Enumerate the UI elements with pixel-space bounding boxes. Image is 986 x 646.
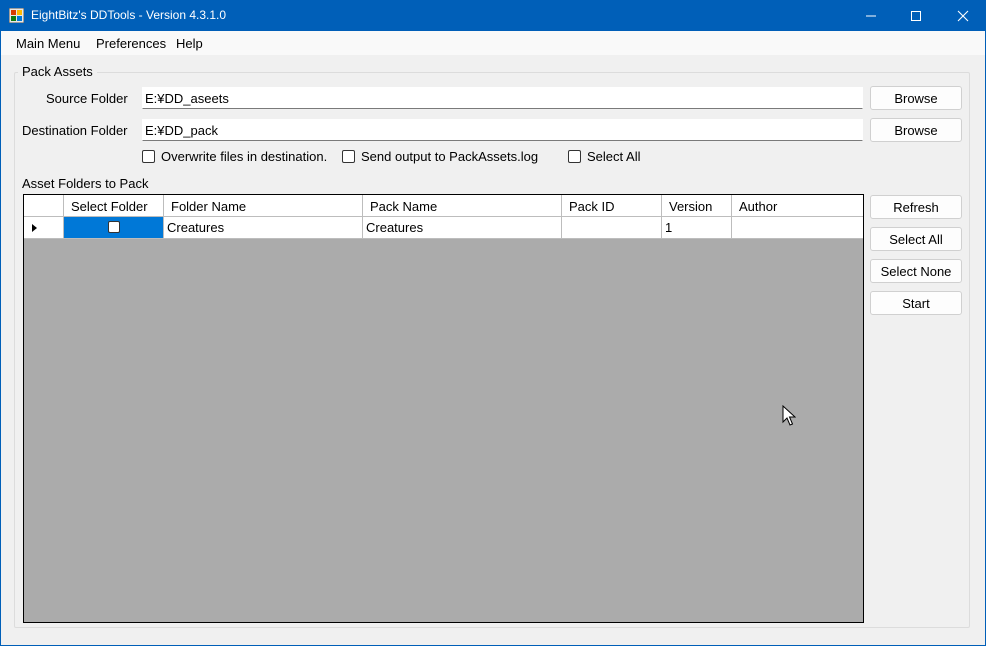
cell-folder-name[interactable]: Creatures <box>164 217 363 239</box>
destination-folder-label: Destination Folder <box>22 123 128 138</box>
maximize-icon <box>911 10 921 21</box>
close-button[interactable] <box>940 0 986 31</box>
column-header-pack-id[interactable]: Pack ID <box>562 195 662 217</box>
minimize-button[interactable] <box>848 0 894 31</box>
refresh-button[interactable]: Refresh <box>870 195 962 219</box>
column-header-select-folder[interactable]: Select Folder <box>64 195 164 217</box>
select-all-label: Select All <box>587 149 641 164</box>
grid-header: Select Folder Folder Name Pack Name Pack… <box>24 195 863 217</box>
table-row[interactable]: Creatures Creatures 1 <box>24 217 863 239</box>
select-all-option[interactable]: Select All <box>568 149 640 164</box>
cell-author[interactable] <box>732 217 863 239</box>
overwrite-label: Overwrite files in destination. <box>161 149 328 164</box>
source-folder-label: Source Folder <box>46 91 128 106</box>
select-all-button[interactable]: Select All <box>870 227 962 251</box>
pack-assets-title: Pack Assets <box>18 64 97 79</box>
column-header-author[interactable]: Author <box>732 195 863 217</box>
menu-preferences[interactable]: Preferences <box>96 36 166 51</box>
destination-folder-input[interactable]: E:¥DD_pack <box>142 119 863 141</box>
column-header-pack-name[interactable]: Pack Name <box>363 195 562 217</box>
asset-folders-grid[interactable]: Select Folder Folder Name Pack Name Pack… <box>23 194 864 623</box>
overwrite-option[interactable]: Overwrite files in destination. <box>142 149 327 164</box>
maximize-button[interactable] <box>893 0 939 31</box>
menu-bar: Main Menu Preferences Help <box>1 31 985 55</box>
minimize-icon <box>866 15 876 16</box>
browse-destination-button[interactable]: Browse <box>870 118 962 142</box>
app-window: EightBitz's DDTools - Version 4.3.1.0 Ma… <box>0 0 986 646</box>
select-none-button[interactable]: Select None <box>870 259 962 283</box>
mouse-pointer-icon <box>782 405 796 426</box>
browse-source-button[interactable]: Browse <box>870 86 962 110</box>
send-output-label: Send output to PackAssets.log <box>361 149 539 164</box>
cell-version[interactable]: 1 <box>662 217 732 239</box>
column-header-version[interactable]: Version <box>662 195 732 217</box>
start-button[interactable]: Start <box>870 291 962 315</box>
cell-select-folder[interactable] <box>64 217 164 239</box>
close-icon <box>957 10 969 21</box>
current-row-icon <box>32 224 37 232</box>
source-folder-input[interactable]: E:¥DD_aseets <box>142 87 863 109</box>
menu-help[interactable]: Help <box>176 36 203 51</box>
select-folder-checkbox[interactable] <box>108 221 120 233</box>
overwrite-checkbox[interactable] <box>142 150 155 163</box>
row-header[interactable] <box>24 217 64 239</box>
title-bar[interactable]: EightBitz's DDTools - Version 4.3.1.0 <box>0 0 986 31</box>
asset-folders-label: Asset Folders to Pack <box>22 176 149 191</box>
menu-main-menu[interactable]: Main Menu <box>16 36 80 51</box>
window-title: EightBitz's DDTools - Version 4.3.1.0 <box>31 8 227 22</box>
row-header-corner <box>24 195 64 217</box>
client-area: Main Menu Preferences Help Pack Assets S… <box>1 31 985 645</box>
column-header-folder-name[interactable]: Folder Name <box>164 195 363 217</box>
app-icon <box>9 8 24 23</box>
select-all-checkbox[interactable] <box>568 150 581 163</box>
send-output-checkbox[interactable] <box>342 150 355 163</box>
cell-pack-id[interactable] <box>562 217 662 239</box>
cell-pack-name[interactable]: Creatures <box>363 217 562 239</box>
send-output-option[interactable]: Send output to PackAssets.log <box>342 149 538 164</box>
